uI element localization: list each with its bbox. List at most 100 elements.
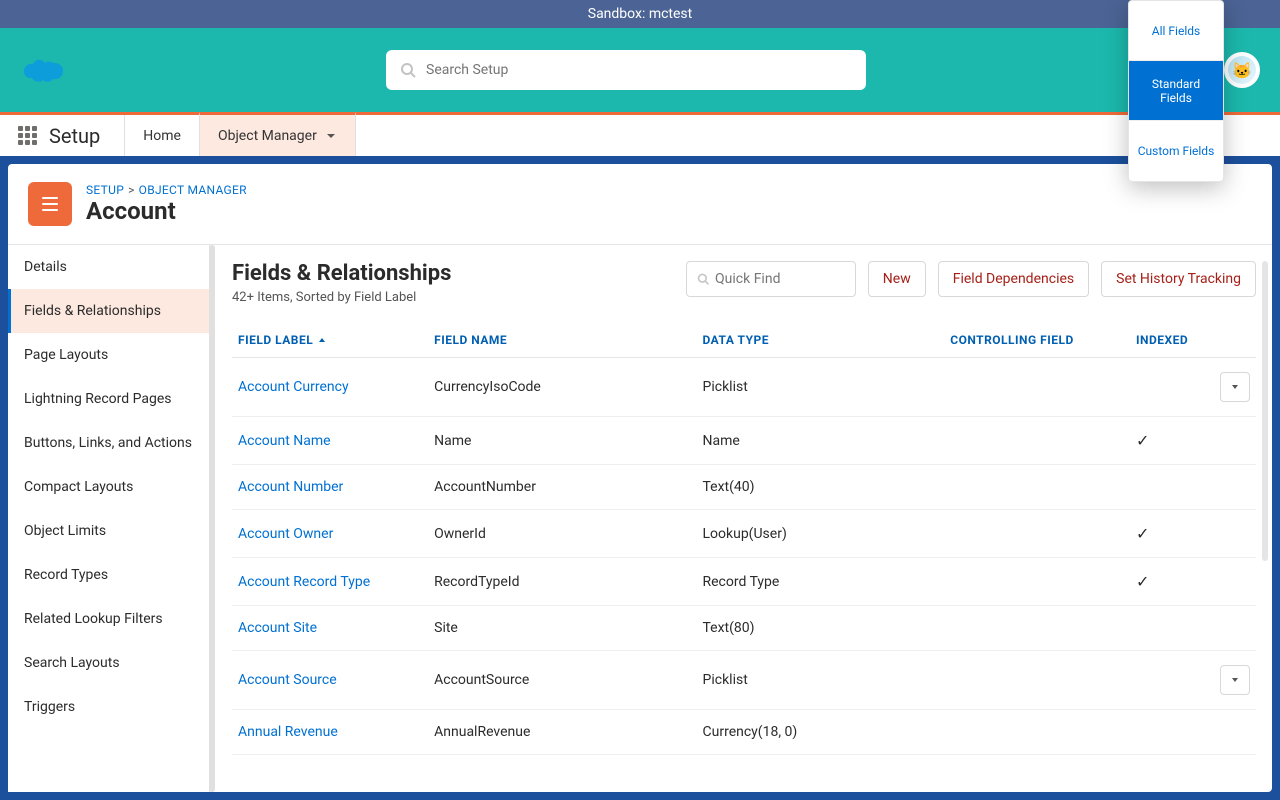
table-row: Account NameNameName✓ (232, 417, 1256, 465)
field-label-cell[interactable]: Account Currency (232, 358, 428, 417)
check-icon: ✓ (1136, 431, 1149, 450)
account-object-icon (28, 182, 72, 226)
sandbox-banner: Sandbox: mctest (0, 0, 1280, 28)
field-name-cell: Site (428, 606, 696, 651)
tab-object-manager[interactable]: Object Manager (199, 112, 356, 156)
sidebar-item-triggers[interactable]: Triggers (8, 685, 209, 729)
data-type-cell: Text(80) (697, 606, 945, 651)
field-name-cell: CurrencyIsoCode (428, 358, 696, 417)
chevron-down-icon (325, 130, 337, 142)
quick-find[interactable] (686, 261, 856, 297)
indexed-cell (1130, 710, 1213, 755)
filter-option-custom-fields[interactable]: Custom Fields (1129, 121, 1223, 181)
object-sidebar: DetailsFields & RelationshipsPage Layout… (8, 245, 210, 792)
new-button[interactable]: New (868, 261, 926, 297)
check-icon: ✓ (1136, 524, 1149, 543)
field-label-cell[interactable]: Account Site (232, 606, 428, 651)
col-data-type[interactable]: DATA TYPE (697, 323, 945, 358)
tab-home[interactable]: Home (124, 115, 199, 156)
table-row: Account NumberAccountNumberText(40) (232, 465, 1256, 510)
data-type-cell: Name (697, 417, 945, 465)
sidebar-item-record-types[interactable]: Record Types (8, 553, 209, 597)
setup-label: Setup (49, 124, 100, 148)
col-field-label[interactable]: FIELD LABEL (232, 323, 428, 358)
field-name-cell: Name (428, 417, 696, 465)
filter-dropdown: All FieldsStandard FieldsCustom Fields (1128, 0, 1224, 182)
table-row: Account OwnerOwnerIdLookup(User) ✓ (232, 510, 1256, 558)
table-row: Account SiteSiteText(80) (232, 606, 1256, 651)
section-subtitle: 42+ Items, Sorted by Field Label (232, 290, 451, 305)
table-row: Account CurrencyCurrencyIsoCodePicklist (232, 358, 1256, 417)
indexed-cell (1130, 651, 1213, 710)
filter-option-all-fields[interactable]: All Fields (1129, 1, 1223, 61)
sidebar-item-details[interactable]: Details (8, 245, 209, 289)
data-type-cell: Currency(18, 0) (697, 710, 945, 755)
sidebar-item-related-lookup-filters[interactable]: Related Lookup Filters (8, 597, 209, 641)
indexed-cell (1130, 606, 1213, 651)
indexed-cell (1130, 465, 1213, 510)
section-title: Fields & Relationships (232, 261, 451, 286)
controlling-field-cell (944, 510, 1130, 558)
field-label-cell[interactable]: Annual Revenue (232, 710, 428, 755)
breadcrumb[interactable]: SETUP>OBJECT MANAGER (86, 183, 247, 197)
main-panel: Fields & Relationships 42+ Items, Sorted… (210, 245, 1272, 792)
data-type-cell: Text(40) (697, 465, 945, 510)
controlling-field-cell (944, 465, 1130, 510)
field-label-cell[interactable]: Account Number (232, 465, 428, 510)
chevron-down-icon (1230, 382, 1240, 392)
sidebar-item-compact-layouts[interactable]: Compact Layouts (8, 465, 209, 509)
app-launcher-icon[interactable] (18, 126, 37, 145)
data-type-cell: Record Type (697, 558, 945, 606)
user-avatar[interactable]: 🐱 (1224, 52, 1260, 88)
col-field-name[interactable]: FIELD NAME (428, 323, 696, 358)
field-label-cell[interactable]: Account Name (232, 417, 428, 465)
page-header: SETUP>OBJECT MANAGER Account (8, 164, 1272, 244)
salesforce-logo[interactable] (20, 55, 64, 85)
global-search[interactable] (386, 50, 866, 90)
sidebar-item-object-limits[interactable]: Object Limits (8, 509, 209, 553)
col-indexed[interactable]: INDEXED (1130, 323, 1213, 358)
field-name-cell: RecordTypeId (428, 558, 696, 606)
controlling-field-cell (944, 606, 1130, 651)
sidebar-item-search-layouts[interactable]: Search Layouts (8, 641, 209, 685)
field-name-cell: AccountNumber (428, 465, 696, 510)
data-type-cell: Lookup(User) (697, 510, 945, 558)
field-name-cell: AnnualRevenue (428, 710, 696, 755)
global-search-input[interactable] (426, 62, 852, 78)
indexed-cell: ✓ (1130, 510, 1213, 558)
field-label-cell[interactable]: Account Owner (232, 510, 428, 558)
field-label-cell[interactable]: Account Record Type (232, 558, 428, 606)
table-row: Account SourceAccountSourcePicklist (232, 651, 1256, 710)
indexed-cell: ✓ (1130, 417, 1213, 465)
quick-find-input[interactable] (715, 271, 845, 287)
filter-option-standard-fields[interactable]: Standard Fields (1129, 61, 1223, 121)
sidebar-item-page-layouts[interactable]: Page Layouts (8, 333, 209, 377)
field-name-cell: OwnerId (428, 510, 696, 558)
check-icon: ✓ (1136, 572, 1149, 591)
field-dependencies-button[interactable]: Field Dependencies (938, 261, 1089, 297)
data-type-cell: Picklist (697, 358, 945, 417)
controlling-field-cell (944, 417, 1130, 465)
fields-table: FIELD LABEL FIELD NAME DATA TYPE CONTROL… (232, 323, 1256, 755)
sidebar-item-fields-relationships[interactable]: Fields & Relationships (8, 289, 209, 333)
row-actions-button[interactable] (1220, 665, 1250, 695)
col-controlling-field[interactable]: CONTROLLING FIELD (944, 323, 1130, 358)
controlling-field-cell (944, 558, 1130, 606)
field-label-cell[interactable]: Account Source (232, 651, 428, 710)
field-name-cell: AccountSource (428, 651, 696, 710)
row-actions-button[interactable] (1220, 372, 1250, 402)
table-row: Annual RevenueAnnualRevenueCurrency(18, … (232, 710, 1256, 755)
content-frame: SETUP>OBJECT MANAGER Account DetailsFiel… (8, 164, 1272, 792)
set-history-tracking-button[interactable]: Set History Tracking (1101, 261, 1256, 297)
controlling-field-cell (944, 651, 1130, 710)
indexed-cell: ✓ (1130, 558, 1213, 606)
search-icon (400, 62, 416, 78)
global-header: 🐱 (0, 28, 1280, 112)
sidebar-item-buttons-links-and-actions[interactable]: Buttons, Links, and Actions (8, 421, 209, 465)
sidebar-item-lightning-record-pages[interactable]: Lightning Record Pages (8, 377, 209, 421)
page-title: Account (86, 197, 247, 225)
data-type-cell: Picklist (697, 651, 945, 710)
search-icon (697, 272, 709, 286)
sort-asc-icon (317, 336, 327, 346)
controlling-field-cell (944, 358, 1130, 417)
